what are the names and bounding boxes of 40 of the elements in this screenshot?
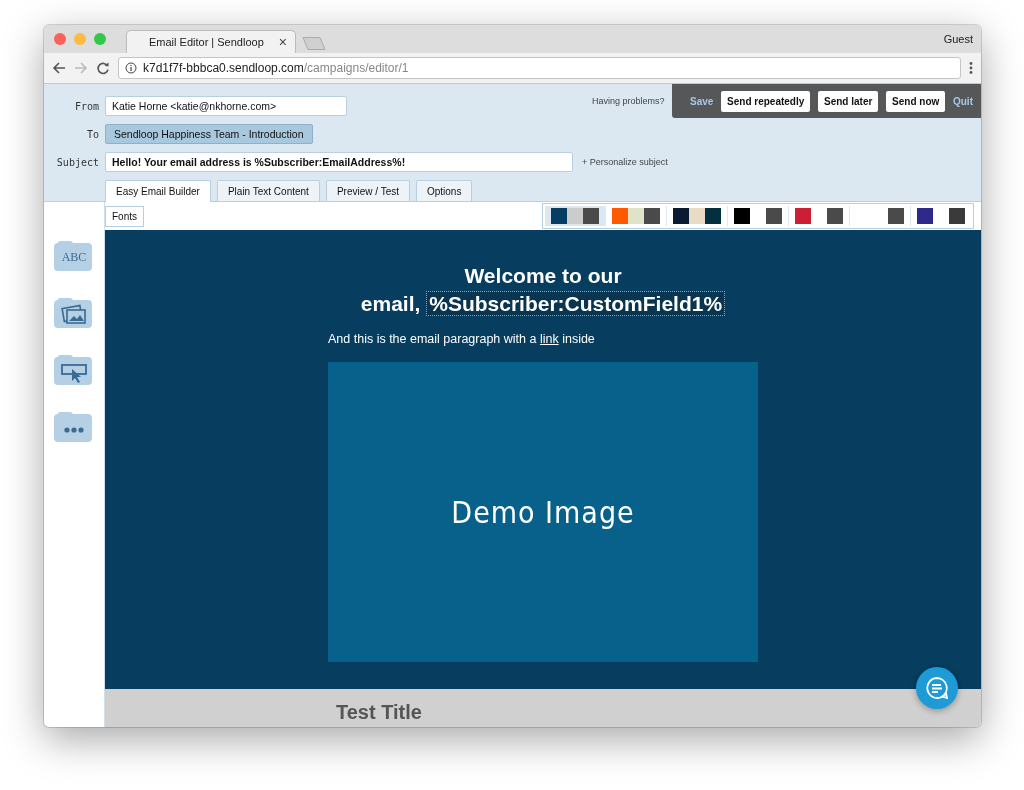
- image-label: Demo Image: [451, 494, 635, 530]
- button-block-icon[interactable]: [54, 353, 94, 385]
- field-label: To: [85, 128, 99, 140]
- personalize-subject-link[interactable]: + Personalize subject: [582, 157, 668, 167]
- editor-tab[interactable]: Plain Text Content: [216, 180, 320, 201]
- color-palette[interactable]: [545, 206, 606, 226]
- recipient-list-tag[interactable]: Sendloop Happiness Team - Introduction: [105, 124, 313, 144]
- editor-tab[interactable]: Preview / Test: [325, 180, 410, 201]
- action-button[interactable]: Send repeatedly: [721, 90, 811, 112]
- email-heading: Welcome to our email, %Subscriber:CustomField1%: [328, 262, 758, 318]
- icon-label: ABC: [61, 250, 87, 264]
- paragraph-link[interactable]: link: [539, 332, 559, 346]
- more-blocks-icon[interactable]: [54, 410, 94, 442]
- action-link[interactable]: Save: [690, 95, 714, 107]
- email-paragraph: And this is the email paragraph with a link inside: [328, 332, 596, 346]
- subject-field[interactable]: Hello! Your email address is %Subscriber:EmailAddress%!: [105, 152, 573, 172]
- section-title: Test Title: [336, 701, 423, 723]
- action-button[interactable]: Send now: [886, 90, 946, 112]
- address-bar[interactable]: k7d1f7f-bbbca0.sendloop.com/campaigns/editor/1: [118, 57, 961, 79]
- merge-tag[interactable]: %Subscriber:CustomField1%: [426, 291, 726, 316]
- field-label: Subject: [55, 156, 99, 168]
- help-link[interactable]: Having problems?: [592, 96, 665, 106]
- reload-icon[interactable]: [96, 61, 110, 75]
- from-field[interactable]: Katie Horne <katie@nkhorne.com>: [105, 96, 347, 116]
- url-text: k7d1f7f-bbbca0.sendloop.com/campaigns/editor/1: [143, 61, 409, 75]
- profile-name[interactable]: Guest: [943, 33, 973, 45]
- image-placeholder[interactable]: Demo Image: [328, 362, 758, 662]
- chat-icon: [925, 676, 949, 700]
- image-block-icon[interactable]: [54, 296, 94, 328]
- editor-tab[interactable]: Easy Email Builder: [105, 180, 211, 202]
- info-icon[interactable]: [125, 62, 137, 74]
- back-icon[interactable]: [52, 61, 66, 75]
- editor-tab[interactable]: Options: [415, 180, 473, 201]
- fonts-button[interactable]: Fonts: [105, 205, 144, 227]
- field-label: From: [73, 100, 99, 112]
- action-link[interactable]: Quit: [952, 95, 973, 107]
- browser-tab[interactable]: Email Editor | Sendloop ×: [126, 30, 296, 53]
- action-button[interactable]: Send later: [818, 90, 879, 112]
- text-block-icon[interactable]: ABC: [54, 239, 94, 271]
- menu-icon[interactable]: [969, 61, 973, 75]
